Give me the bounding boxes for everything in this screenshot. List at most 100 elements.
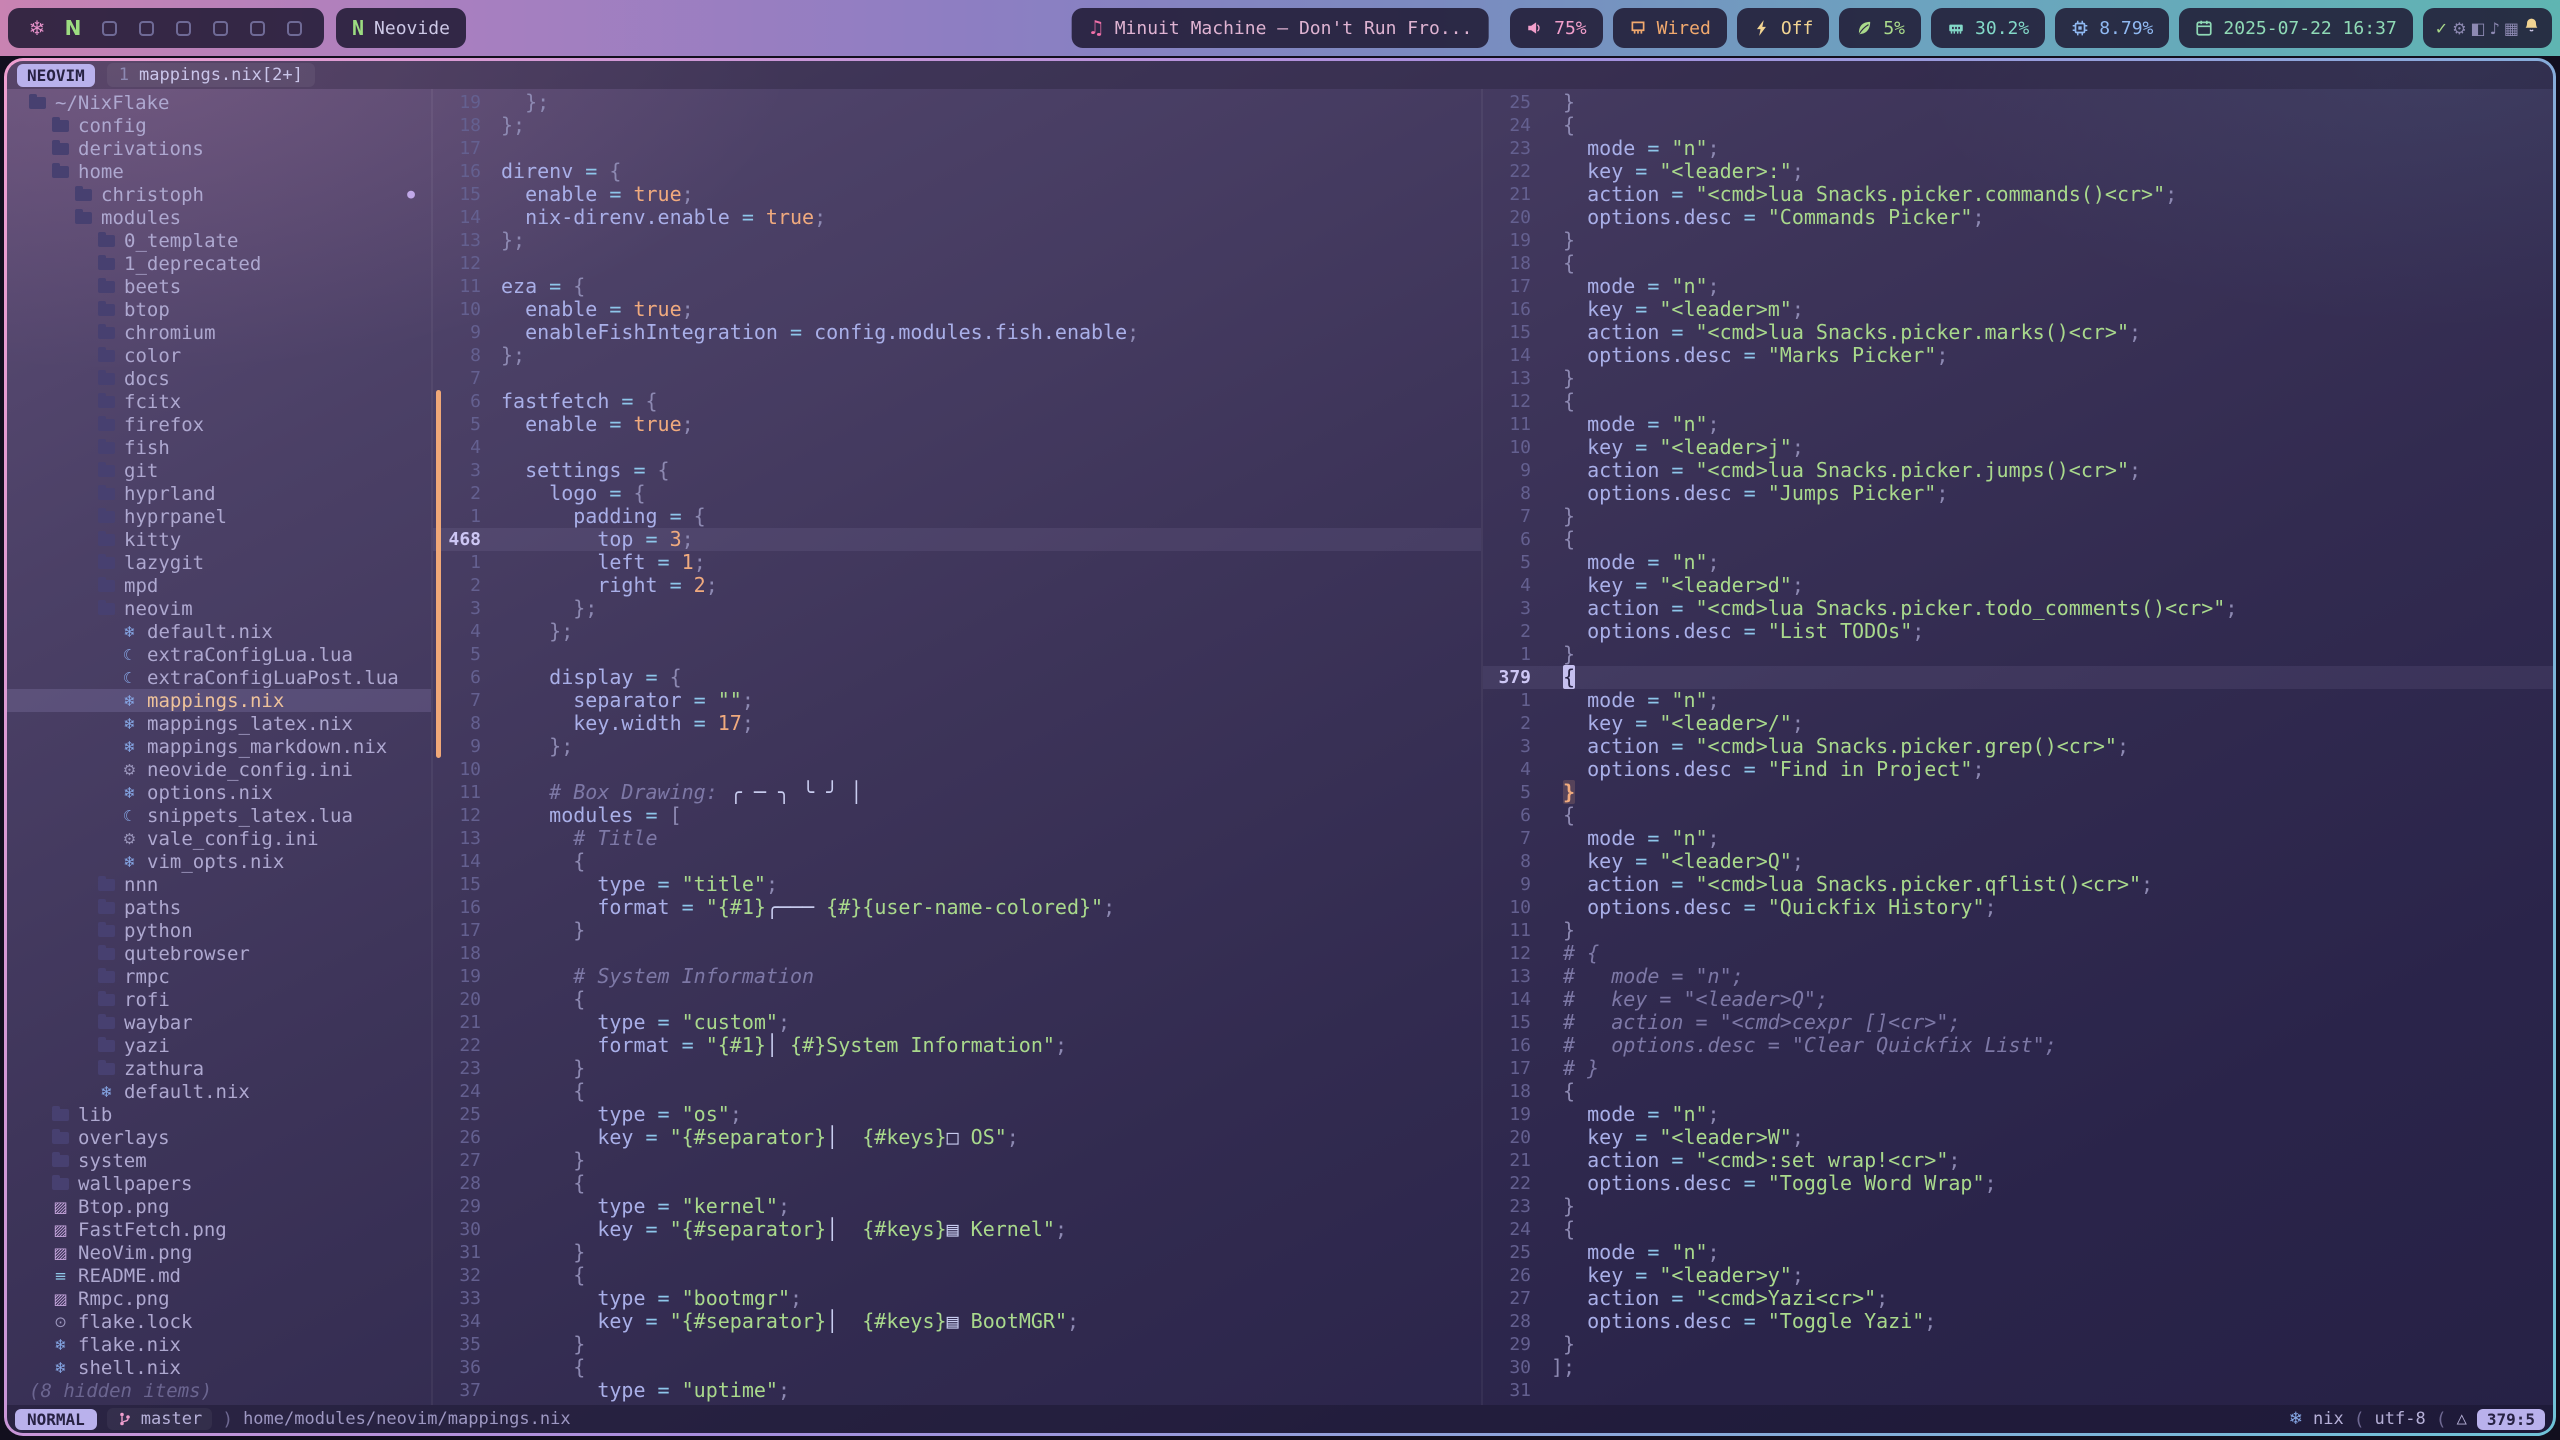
code-line[interactable]: 27 action = "<cmd>Yazi<cr>"; (1483, 1287, 2553, 1310)
code-line[interactable]: 11 # Box Drawing: ╭ ─ ╮ ╰ ╯ │ (433, 781, 1481, 804)
tree-folder[interactable]: yazi (7, 1034, 431, 1057)
tree-folder[interactable]: python (7, 919, 431, 942)
tree-folder[interactable]: hyprland (7, 482, 431, 505)
code-line[interactable]: 6 { (1483, 804, 2553, 827)
tree-folder[interactable]: docs (7, 367, 431, 390)
tree-folder[interactable]: mpd (7, 574, 431, 597)
code-line[interactable]: 5 } (1483, 781, 2553, 804)
code-line[interactable]: 25 mode = "n"; (1483, 1241, 2553, 1264)
workspace-ws-7[interactable] (250, 21, 265, 36)
code-line[interactable]: 4 key = "<leader>d"; (1483, 574, 2553, 597)
code-line[interactable]: 25 } (1483, 91, 2553, 114)
tree-item[interactable]: ❄flake.nix (7, 1333, 431, 1356)
tree-item[interactable]: ▨Rmpc.png (7, 1287, 431, 1310)
code-line[interactable]: 9 action = "<cmd>lua Snacks.picker.qflis… (1483, 873, 2553, 896)
tree-folder[interactable]: qutebrowser (7, 942, 431, 965)
code-line[interactable]: 10 options.desc = "Quickfix History"; (1483, 896, 2553, 919)
code-line[interactable]: 34 key = "{#separator}│ {#keys}▤ BootMGR… (433, 1310, 1481, 1333)
tree-item[interactable]: ⚙vale_config.ini (7, 827, 431, 850)
code-line[interactable]: 18 { (1483, 1080, 2553, 1103)
code-line[interactable]: 13}; (433, 229, 1481, 252)
code-line[interactable]: 5 (433, 643, 1481, 666)
tree-folder[interactable]: ~/NixFlake (7, 91, 431, 114)
tree-folder[interactable]: fcitx (7, 390, 431, 413)
code-line[interactable]: 28 { (433, 1172, 1481, 1195)
code-line[interactable]: 18 (433, 942, 1481, 965)
code-line[interactable]: 7 } (1483, 505, 2553, 528)
tree-folder[interactable]: nnn (7, 873, 431, 896)
code-line[interactable]: 9 }; (433, 735, 1481, 758)
code-line[interactable]: 6 display = { (433, 666, 1481, 689)
code-line[interactable]: 468 top = 3; (433, 528, 1481, 551)
cpu-module[interactable]: 8.79% (2055, 8, 2169, 48)
code-line[interactable]: 15 type = "title"; (433, 873, 1481, 896)
code-line[interactable]: 8 options.desc = "Jumps Picker"; (1483, 482, 2553, 505)
code-line[interactable]: 14 # key = "<leader>Q"; (1483, 988, 2553, 1011)
tree-folder[interactable]: neovim (7, 597, 431, 620)
code-line[interactable]: 8}; (433, 344, 1481, 367)
code-line[interactable]: 19 # System Information (433, 965, 1481, 988)
tray-widget-1-icon[interactable]: ⚙ (2452, 19, 2466, 38)
tree-folder[interactable]: derivations (7, 137, 431, 160)
tree-folder[interactable]: system (7, 1149, 431, 1172)
music-player[interactable]: ♫ Minuit Machine – Don't Run Fro... (1072, 8, 1489, 48)
code-line[interactable]: 13 # Title (433, 827, 1481, 850)
code-line[interactable]: 28 options.desc = "Toggle Yazi"; (1483, 1310, 2553, 1333)
code-line[interactable]: 31 (1483, 1379, 2553, 1402)
tree-item[interactable]: ❄default.nix (7, 1080, 431, 1103)
code-line[interactable]: 27 } (433, 1149, 1481, 1172)
code-line[interactable]: 11eza = { (433, 275, 1481, 298)
code-line[interactable]: 19 }; (433, 91, 1481, 114)
code-line[interactable]: 4 options.desc = "Find in Project"; (1483, 758, 2553, 781)
code-line[interactable]: 20 { (433, 988, 1481, 1011)
tree-item[interactable]: ▨NeoVim.png (7, 1241, 431, 1264)
memory-module[interactable]: 30.2% (1931, 8, 2045, 48)
code-line[interactable]: 14 { (433, 850, 1481, 873)
code-line[interactable]: 17 } (433, 919, 1481, 942)
tree-item[interactable]: ☾extraConfigLuaPost.lua (7, 666, 431, 689)
code-line[interactable]: 3 settings = { (433, 459, 1481, 482)
code-line[interactable]: 17 # } (1483, 1057, 2553, 1080)
workspace-ws-4[interactable] (139, 21, 154, 36)
code-line[interactable]: 5 enable = true; (433, 413, 1481, 436)
code-line[interactable]: 32 { (433, 1264, 1481, 1287)
tree-folder[interactable]: git (7, 459, 431, 482)
tree-item[interactable]: ☾extraConfigLua.lua (7, 643, 431, 666)
code-line[interactable]: 16 key = "<leader>m"; (1483, 298, 2553, 321)
tree-folder[interactable]: rmpc (7, 965, 431, 988)
code-line[interactable]: 15 # action = "<cmd>cexpr []<cr>"; (1483, 1011, 2553, 1034)
code-line[interactable]: 20 key = "<leader>W"; (1483, 1126, 2553, 1149)
code-line[interactable]: 12 (433, 252, 1481, 275)
code-line[interactable]: 21 action = "<cmd>:set wrap!<cr>"; (1483, 1149, 2553, 1172)
code-line[interactable]: 11 } (1483, 919, 2553, 942)
code-line[interactable]: 4 (433, 436, 1481, 459)
tree-folder[interactable]: 1_deprecated (7, 252, 431, 275)
tree-folder[interactable]: modules (7, 206, 431, 229)
tray-widget-2-icon[interactable]: ◧ (2471, 19, 2486, 38)
code-line[interactable]: 18}; (433, 114, 1481, 137)
tray-widget-4-icon[interactable]: ▦ (2504, 19, 2519, 38)
code-line[interactable]: 37 type = "uptime"; (433, 1379, 1481, 1402)
code-line[interactable]: 23 mode = "n"; (1483, 137, 2553, 160)
tree-folder[interactable]: home (7, 160, 431, 183)
tree-folder[interactable]: overlays (7, 1126, 431, 1149)
idle-inhibitor-module[interactable]: Off (1737, 8, 1830, 48)
code-line[interactable]: 12 { (1483, 390, 2553, 413)
code-line[interactable]: 25 type = "os"; (433, 1103, 1481, 1126)
workspace-ws-3[interactable] (102, 21, 117, 36)
code-line[interactable]: 31 } (433, 1241, 1481, 1264)
clock-module[interactable]: 2025-07-22 16:37 (2179, 8, 2412, 48)
code-line[interactable]: 26 key = "{#separator}│ {#keys}□ OS"; (433, 1126, 1481, 1149)
tree-item[interactable]: ⚙neovide_config.ini (7, 758, 431, 781)
code-line[interactable]: 18 { (1483, 252, 2553, 275)
tree-folder[interactable]: rofi (7, 988, 431, 1011)
code-line[interactable]: 4 }; (433, 620, 1481, 643)
code-line[interactable]: 13 } (1483, 367, 2553, 390)
workspace-special[interactable]: ❄ (24, 16, 50, 40)
code-line[interactable]: 2 right = 2; (433, 574, 1481, 597)
tree-folder[interactable]: paths (7, 896, 431, 919)
tree-folder[interactable]: 0_template (7, 229, 431, 252)
code-line[interactable]: 23 } (1483, 1195, 2553, 1218)
code-line[interactable]: 23 } (433, 1057, 1481, 1080)
tree-item[interactable]: (8 hidden items) (7, 1379, 431, 1402)
